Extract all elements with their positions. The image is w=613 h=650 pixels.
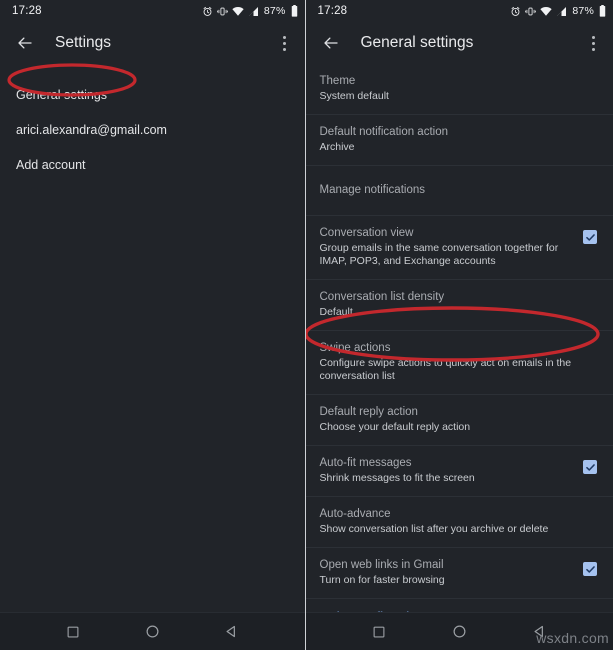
vibrate-icon bbox=[217, 6, 228, 17]
status-clock: 17:28 bbox=[317, 5, 348, 17]
setting-title: Swipe actions bbox=[319, 342, 391, 354]
status-clock: 17:28 bbox=[12, 5, 42, 17]
right-phone-screen: 17:28 87% General settings Theme System … bbox=[304, 0, 613, 650]
setting-subtitle: Configure swipe actions to quickly act o… bbox=[319, 357, 572, 382]
triangle-back-icon[interactable] bbox=[220, 621, 242, 643]
setting-subtitle: Show conversation list after you archive… bbox=[319, 523, 549, 535]
setting-title: Open web links in Gmail bbox=[319, 559, 444, 571]
open-web-links-checkbox[interactable] bbox=[583, 562, 597, 576]
setting-title: Theme bbox=[319, 75, 356, 87]
setting-row-conversation-view[interactable]: Conversation view Group emails in the sa… bbox=[305, 215, 613, 279]
battery-percent: 87% bbox=[263, 5, 286, 17]
setting-subtitle: Turn on for faster browsing bbox=[319, 574, 445, 586]
left-phone-screen: 17:28 87% Settings General settings aric… bbox=[0, 0, 305, 650]
overflow-menu-icon[interactable] bbox=[583, 31, 603, 55]
auto-fit-messages-checkbox[interactable] bbox=[583, 460, 597, 474]
sidebar-item-general-settings[interactable]: General settings bbox=[0, 78, 305, 112]
dual-screenshot-container: 17:28 87% Settings General settings aric… bbox=[0, 0, 613, 650]
setting-subtitle: Group emails in the same conversation to… bbox=[319, 242, 559, 267]
status-bar-left: 17:28 87% bbox=[0, 0, 305, 22]
setting-row-default-notification-action[interactable]: Default notification action Archive bbox=[305, 114, 613, 165]
setting-row-auto-advance[interactable]: Auto-advance Show conversation list afte… bbox=[305, 496, 613, 547]
nav-bar-left bbox=[0, 612, 305, 650]
signal-icon bbox=[556, 6, 567, 17]
setting-row-auto-fit-messages[interactable]: Auto-fit messages Shrink messages to fit… bbox=[305, 445, 613, 496]
setting-title: Auto-fit messages bbox=[319, 457, 412, 469]
setting-subtitle: Shrink messages to fit the screen bbox=[319, 472, 475, 484]
setting-row-open-web-links-in-gmail[interactable]: Open web links in Gmail Turn on for fast… bbox=[305, 547, 613, 598]
general-settings-list: Theme System default Default notificatio… bbox=[305, 64, 613, 650]
setting-subtitle: Choose your default reply action bbox=[319, 421, 471, 433]
setting-subtitle: Default bbox=[319, 306, 353, 318]
alarm-icon bbox=[202, 6, 213, 17]
setting-title: Conversation view bbox=[319, 227, 414, 239]
setting-title: Auto-advance bbox=[319, 508, 391, 520]
setting-title: Default reply action bbox=[319, 406, 418, 418]
settings-account-list: General settings arici.alexandra@gmail.c… bbox=[0, 64, 305, 182]
square-recents-icon[interactable] bbox=[62, 621, 84, 643]
app-bar-left: Settings bbox=[0, 22, 305, 64]
overflow-menu-icon[interactable] bbox=[275, 31, 295, 55]
setting-row-theme[interactable]: Theme System default bbox=[306, 64, 613, 114]
page-title: General settings bbox=[360, 34, 474, 51]
setting-row-default-reply-action[interactable]: Default reply action Choose your default… bbox=[305, 394, 613, 445]
alarm-icon bbox=[510, 6, 521, 17]
status-bar-right: 17:28 87% bbox=[305, 0, 613, 22]
setting-title: Conversation list density bbox=[319, 291, 445, 303]
circle-home-icon[interactable] bbox=[141, 621, 163, 643]
vibrate-icon bbox=[525, 6, 537, 17]
setting-row-swipe-actions[interactable]: Swipe actions Configure swipe actions to… bbox=[305, 330, 613, 394]
setting-row-conversation-list-density[interactable]: Conversation list density Default bbox=[305, 279, 613, 330]
setting-subtitle: System default bbox=[319, 90, 389, 102]
back-arrow-icon[interactable] bbox=[320, 32, 342, 54]
setting-title: Manage notifications bbox=[319, 184, 425, 196]
wifi-icon bbox=[232, 6, 244, 17]
signal-icon bbox=[248, 6, 259, 17]
conversation-view-checkbox[interactable] bbox=[583, 230, 597, 244]
sidebar-item-add-account[interactable]: Add account bbox=[0, 148, 305, 182]
square-recents-icon[interactable] bbox=[368, 621, 390, 643]
battery-icon bbox=[291, 5, 298, 17]
wifi-icon bbox=[540, 6, 553, 17]
page-title: Settings bbox=[55, 34, 112, 51]
status-icons: 87% bbox=[202, 5, 298, 17]
status-icons: 87% bbox=[510, 5, 606, 17]
watermark: wsxdn.com bbox=[536, 630, 609, 646]
setting-row-manage-notifications[interactable]: Manage notifications bbox=[305, 165, 613, 215]
sidebar-item-account-email[interactable]: arici.alexandra@gmail.com bbox=[0, 112, 305, 148]
battery-percent: 87% bbox=[572, 5, 594, 17]
setting-title: Default notification action bbox=[319, 126, 449, 138]
app-bar-right: General settings bbox=[305, 22, 613, 64]
battery-icon bbox=[599, 5, 606, 17]
back-arrow-icon[interactable] bbox=[14, 32, 36, 54]
circle-home-icon[interactable] bbox=[448, 621, 470, 643]
setting-subtitle: Archive bbox=[319, 141, 355, 153]
